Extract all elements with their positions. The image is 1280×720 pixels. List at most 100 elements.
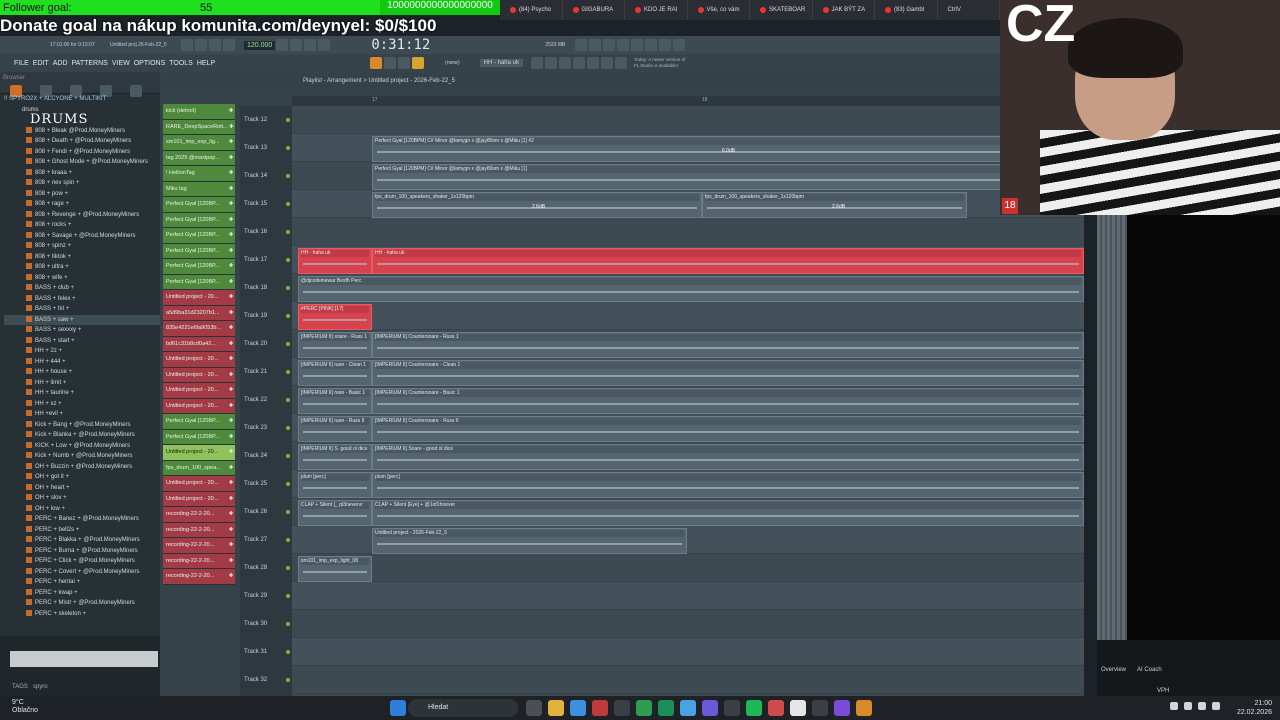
playlist-clip[interactable]: Perfect Gyal [120BPM] C# Minor @lamygn x… <box>372 164 1084 190</box>
browser-sample-item[interactable]: 808 + kraaa + <box>4 168 160 179</box>
browser-sample-item[interactable]: PERC + bell2s + <box>4 525 160 536</box>
track-mute-icon[interactable] <box>286 454 290 458</box>
menu-file[interactable]: FILE <box>14 60 29 67</box>
add-icon[interactable]: ✚ <box>227 325 235 331</box>
taskbar-search[interactable]: Hledat <box>408 699 518 717</box>
track-mute-icon[interactable] <box>286 314 290 318</box>
add-icon[interactable]: ✚ <box>227 465 235 471</box>
add-pattern-icon[interactable] <box>530 57 543 69</box>
browser-sample-item[interactable]: PERC + Click + @Prod.MoneyMiners <box>4 556 160 567</box>
browser-sample-item[interactable]: OH + low + <box>4 504 160 515</box>
playlist-clip[interactable]: [IMPERIUM II] Countersnare - Russ 1 <box>372 332 1084 358</box>
help-icon[interactable] <box>659 39 672 51</box>
browser-sample-item[interactable]: HH + xz + <box>4 399 160 410</box>
song-mode-icon[interactable] <box>398 57 411 69</box>
browser-tab[interactable]: (83) Gambl <box>875 0 938 20</box>
browser-tab[interactable]: GIGABURA <box>563 0 625 20</box>
pattern-selector[interactable]: HH - haha uk <box>479 59 523 67</box>
file-explorer-icon[interactable] <box>548 700 564 716</box>
browser-tab[interactable]: KDO JE RAI <box>625 0 688 20</box>
add-icon[interactable]: ✚ <box>227 108 235 114</box>
add-icon[interactable]: ✚ <box>227 418 235 424</box>
browser-sample-item[interactable]: PERC + skeleton + <box>4 609 160 620</box>
pattern-clip-source[interactable]: Perfect Gyal [120BP... ✚ <box>163 414 235 430</box>
record-button[interactable] <box>223 39 235 51</box>
track-lane[interactable] <box>292 610 1084 638</box>
pattern-clip-source[interactable]: recording-22-2-20... ✚ <box>163 569 235 585</box>
browser-sample-item[interactable]: PERC + kwap + <box>4 588 160 599</box>
view-mixer-icon[interactable] <box>586 57 599 69</box>
pattern-clip-source[interactable]: Perfect Gyal [120BP... ✚ <box>163 243 235 259</box>
add-icon[interactable]: ✚ <box>227 279 235 285</box>
menu-add[interactable]: ADD <box>53 60 68 67</box>
snap-icon[interactable] <box>370 57 383 69</box>
add-icon[interactable]: ✚ <box>227 155 235 161</box>
track-header[interactable]: Track 31 <box>240 638 292 666</box>
pattern-mode-icon[interactable] <box>384 57 397 69</box>
browser-tab[interactable]: Vše, co vám <box>688 0 750 20</box>
add-icon[interactable]: ✚ <box>227 449 235 455</box>
add-icon[interactable]: ✚ <box>227 542 235 548</box>
add-icon[interactable]: ✚ <box>227 263 235 269</box>
track-header[interactable]: Track 21 <box>240 358 292 386</box>
track-header[interactable]: Track 24 <box>240 442 292 470</box>
timeline-ruler[interactable]: 17 18 <box>292 96 1084 106</box>
browser-sample-item[interactable]: Kick + Bang + @Prod.MoneyMiners <box>4 420 160 431</box>
track-header[interactable]: Track 19 <box>240 302 292 330</box>
track-header[interactable]: Track 29 <box>240 582 292 610</box>
track-lane[interactable] <box>292 302 1084 330</box>
countdown-icon[interactable] <box>304 39 317 51</box>
add-icon[interactable]: ✚ <box>227 372 235 378</box>
capcut-icon[interactable] <box>724 700 740 716</box>
discord-icon[interactable] <box>702 700 718 716</box>
windows-start-icon[interactable] <box>390 700 406 716</box>
record-icon[interactable] <box>181 39 193 51</box>
add-icon[interactable]: ✚ <box>227 496 235 502</box>
track-mute-icon[interactable] <box>286 678 290 682</box>
plugin-icon[interactable] <box>645 39 658 51</box>
browser-sample-item[interactable]: BASS + felex + <box>4 294 160 305</box>
add-icon[interactable]: ✚ <box>227 232 235 238</box>
playlist-clip[interactable]: CLAP + Silent [Eye] + @1of1forever <box>372 500 1084 526</box>
pattern-clip-source[interactable]: a5d9ba31d23207b1... ✚ <box>163 305 235 321</box>
track-mute-icon[interactable] <box>286 230 290 234</box>
browser-sample-item[interactable]: PERC + Covert + @Prod.MoneyMiners <box>4 567 160 578</box>
tools-icon[interactable] <box>575 39 588 51</box>
add-icon[interactable]: ✚ <box>228 124 235 130</box>
overview-tab[interactable]: Overview <box>1101 667 1126 673</box>
track-header[interactable]: Track 15 <box>240 190 292 218</box>
browser-sample-item[interactable]: 808 + Ghost Mode + @Prod.MoneyMiners <box>4 157 160 168</box>
add-icon[interactable]: ✚ <box>227 294 235 300</box>
view-piano-icon[interactable] <box>558 57 571 69</box>
browser-star-icon[interactable] <box>130 85 142 97</box>
pattern-clip-source[interactable]: Miku tag ✚ <box>163 181 235 197</box>
playlist-clip[interactable]: HH - haha uk <box>372 248 1084 274</box>
browser-tab[interactable]: CtrlV <box>938 0 1000 20</box>
track-header[interactable]: Track 16 <box>240 218 292 246</box>
browser-sample-item[interactable]: KICK + Low + @Prod.MoneyMiners <box>4 441 160 452</box>
browser-sample-item[interactable]: BASS + hit + <box>4 304 160 315</box>
playlist-clip[interactable]: [IMPERIUM II] Countersnare - Basic 1 <box>372 388 1084 414</box>
news-panel[interactable]: Today: A newer version of FL Studio is a… <box>634 57 685 69</box>
add-icon[interactable]: ✚ <box>227 387 235 393</box>
playlist-clip[interactable]: sm101_imp_exp_light_08 <box>298 556 372 582</box>
fl-studio-icon[interactable] <box>856 700 872 716</box>
stop-button[interactable] <box>209 39 221 51</box>
browser-sample-item[interactable]: 808 + ultra + <box>4 262 160 273</box>
track-mute-icon[interactable] <box>286 286 290 290</box>
track-header[interactable]: Track 25 <box>240 470 292 498</box>
track-lane[interactable] <box>292 666 1084 694</box>
pattern-clip-source[interactable]: Untitled project - 20... ✚ <box>163 290 235 306</box>
tray-chevron-icon[interactable] <box>1170 702 1178 710</box>
browser-tab[interactable]: (84) Psycho <box>500 0 563 20</box>
pattern-clip-source[interactable]: Perfect Gyal [120BP... ✚ <box>163 197 235 213</box>
play-button[interactable] <box>195 39 207 51</box>
add-icon[interactable]: ✚ <box>227 558 235 564</box>
spotify-icon[interactable] <box>746 700 762 716</box>
track-lane[interactable] <box>292 554 1084 582</box>
browser-sample-item[interactable]: 808 + pow + <box>4 189 160 200</box>
playlist-clip[interactable]: plum [perc] <box>372 472 1084 498</box>
add-icon[interactable]: ✚ <box>227 217 235 223</box>
add-icon[interactable]: ✚ <box>227 480 235 486</box>
add-icon[interactable]: ✚ <box>227 139 235 145</box>
